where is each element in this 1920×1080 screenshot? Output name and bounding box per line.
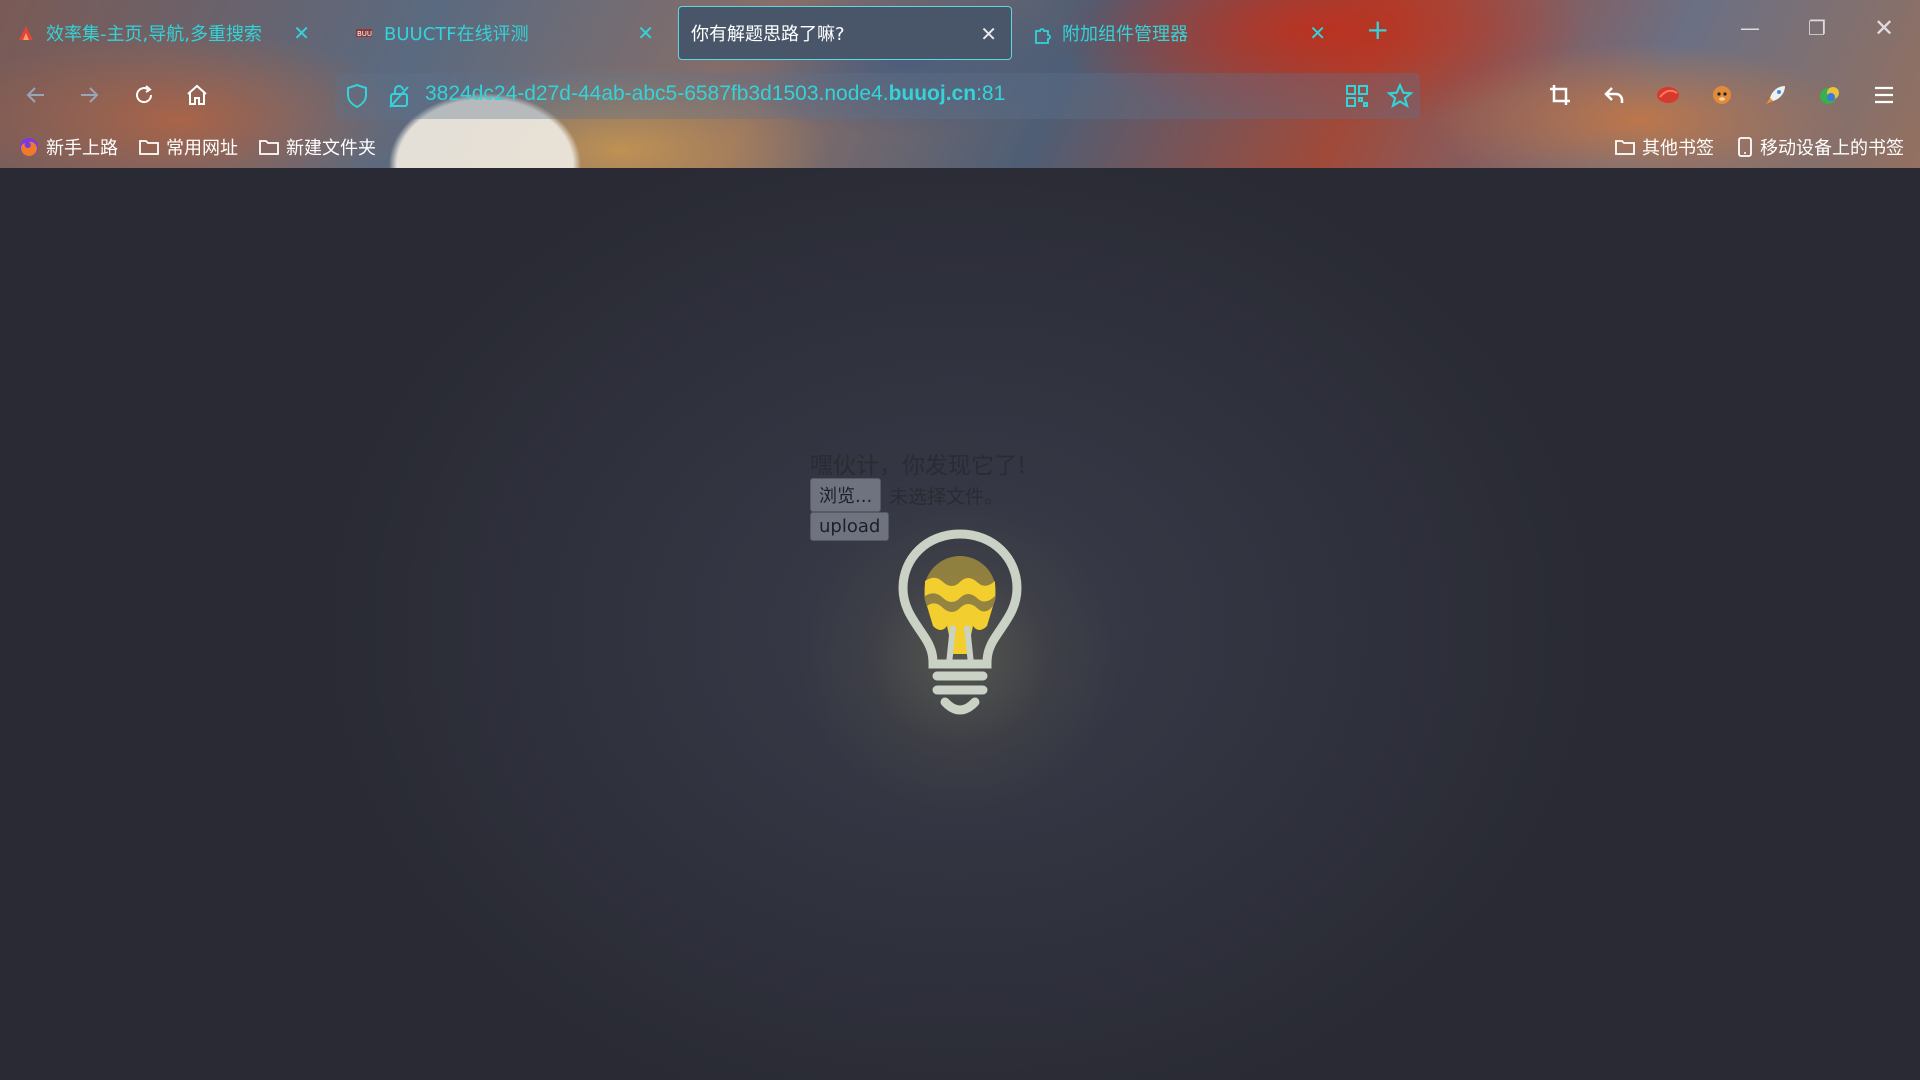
browse-button[interactable]: 浏览... <box>810 478 882 512</box>
folder-icon <box>259 140 279 155</box>
new-tab-plus-icon[interactable]: + <box>1366 16 1389 44</box>
extension-red-icon[interactable] <box>1652 79 1684 111</box>
page-content: 嘿伙计，你发现它了! 浏览... 未选择文件。 upload <box>0 168 1920 1080</box>
hamburger-menu-icon[interactable] <box>1868 79 1900 111</box>
minimize-icon[interactable]: — <box>1740 16 1760 40</box>
bookmark-label: 新建文件夹 <box>286 138 376 159</box>
tab-buuctf[interactable]: BUU BUUCTF在线评测 ✕ <box>342 6 668 60</box>
bookmark-getting-started[interactable]: 新手上路 <box>18 134 118 160</box>
insecure-lock-icon[interactable] <box>387 83 411 113</box>
shield-icon[interactable] <box>345 83 369 113</box>
tab-active-upload[interactable]: 你有解题思路了嘛? ✕ <box>678 6 1012 60</box>
firefox-icon <box>20 138 38 156</box>
buuctf-favicon-icon: BUU <box>354 23 374 43</box>
crop-screenshot-icon[interactable] <box>1544 79 1576 111</box>
restore-icon[interactable]: ❐ <box>1808 16 1826 40</box>
address-bar[interactable]: 3824dc24-d27d-44ab-abc5-6587fb3d1503.nod… <box>335 73 1420 119</box>
url-domain: buuoj.cn <box>888 82 977 105</box>
url-text[interactable]: 3824dc24-d27d-44ab-abc5-6587fb3d1503.nod… <box>425 82 1005 106</box>
bookmark-label: 新手上路 <box>46 138 118 159</box>
efficiency-favicon-icon <box>16 23 36 43</box>
page-hint-text: 嘿伙计，你发现它了! <box>810 453 1027 479</box>
navigation-toolbar: 3824dc24-d27d-44ab-abc5-6587fb3d1503.nod… <box>0 66 1920 126</box>
bookmarks-toolbar: 新手上路 常用网址 新建文件夹 其他书签 移动设备上的书签 <box>0 128 1920 166</box>
undo-arrow-icon[interactable] <box>1598 79 1630 111</box>
back-arrow-icon[interactable] <box>20 79 52 111</box>
lightbulb-icon <box>898 529 1022 715</box>
url-port: :81 <box>976 82 1006 105</box>
star-bookmark-icon[interactable] <box>1386 82 1414 113</box>
svg-text:BUU: BUU <box>357 30 372 38</box>
folder-icon <box>139 140 159 155</box>
tab-title: 你有解题思路了嘛? <box>691 24 845 45</box>
bookmark-folder-common[interactable]: 常用网址 <box>138 134 238 160</box>
bookmark-folder-other[interactable]: 其他书签 <box>1614 134 1714 160</box>
extension-globe-icon[interactable] <box>1814 79 1846 111</box>
extension-monkey-icon[interactable] <box>1706 79 1738 111</box>
upload-button[interactable]: upload <box>810 512 890 541</box>
tab-title: 附加组件管理器 <box>1062 24 1188 45</box>
close-icon[interactable]: ✕ <box>980 22 997 46</box>
qr-code-icon[interactable] <box>1345 84 1369 112</box>
forward-arrow-icon[interactable] <box>73 79 105 111</box>
close-icon[interactable]: ✕ <box>1309 21 1326 45</box>
close-icon[interactable]: ✕ <box>293 21 310 45</box>
tab-addons[interactable]: 附加组件管理器 ✕ <box>1020 6 1340 60</box>
bookmark-folder-mobile[interactable]: 移动设备上的书签 <box>1736 134 1904 160</box>
bookmark-folder-new[interactable]: 新建文件夹 <box>258 134 376 160</box>
tab-title: 效率集-主页,导航,多重搜索 <box>46 24 262 45</box>
url-prefix: 3824dc24-d27d-44ab-abc5-6587fb3d1503.nod… <box>425 82 889 105</box>
reload-icon[interactable] <box>128 79 160 111</box>
home-icon[interactable] <box>181 79 213 111</box>
rocket-icon[interactable] <box>1760 79 1792 111</box>
folder-icon <box>1615 140 1635 155</box>
bookmark-label: 其他书签 <box>1642 138 1714 159</box>
bookmark-label: 常用网址 <box>166 138 238 159</box>
tab-efficiency[interactable]: 效率集-主页,导航,多重搜索 ✕ <box>4 6 324 60</box>
close-icon[interactable]: ✕ <box>637 21 654 45</box>
file-input[interactable]: 浏览... 未选择文件。 <box>810 478 1003 512</box>
window-close-icon[interactable]: ✕ <box>1874 14 1894 42</box>
bookmark-label: 移动设备上的书签 <box>1760 138 1904 159</box>
tab-title: BUUCTF在线评测 <box>384 24 529 45</box>
no-file-selected-text: 未选择文件。 <box>889 485 1004 508</box>
browser-chrome: 效率集-主页,导航,多重搜索 ✕ BUU BUUCTF在线评测 ✕ 你有解题思路… <box>0 0 1920 168</box>
mobile-device-icon <box>1738 137 1752 157</box>
puzzle-piece-icon <box>1032 23 1052 44</box>
